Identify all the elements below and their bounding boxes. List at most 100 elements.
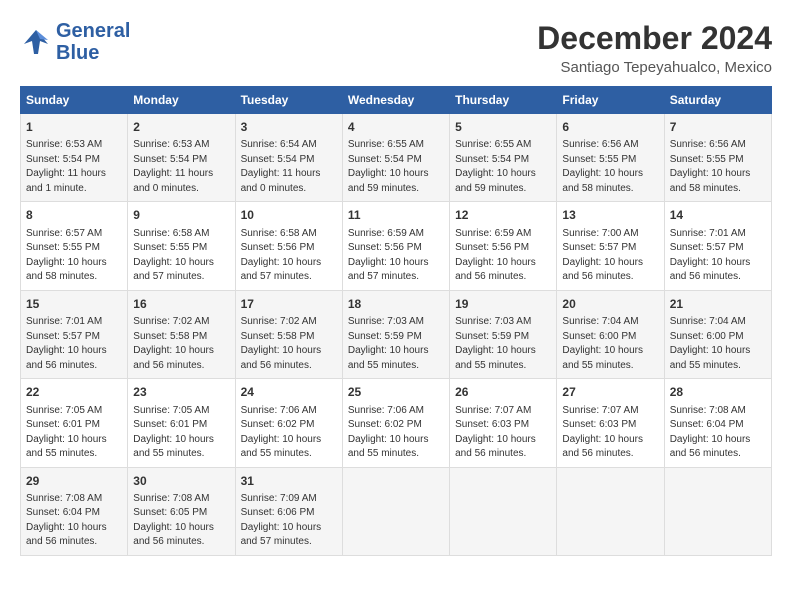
day-number: 26: [455, 384, 551, 401]
table-row: 25 Sunrise: 7:06 AM Sunset: 6:02 PM Dayli…: [342, 379, 449, 467]
day-info: Sunrise: 6:56 AM Sunset: 5:55 PM Dayligh…: [670, 138, 766, 196]
day-info: Sunrise: 6:53 AM Sunset: 5:54 PM Dayligh…: [26, 138, 122, 196]
table-row: [664, 467, 771, 555]
day-number: 12: [455, 207, 551, 224]
day-number: 7: [670, 119, 766, 136]
table-row: 13 Sunrise: 7:00 AM Sunset: 5:57 PM Dayli…: [557, 202, 664, 290]
day-number: 1: [26, 119, 122, 136]
day-number: 21: [670, 296, 766, 313]
col-saturday: Saturday: [664, 87, 771, 114]
day-number: 2: [133, 119, 229, 136]
day-info: Sunrise: 7:07 AM Sunset: 6:03 PM Dayligh…: [562, 404, 658, 462]
day-info: Sunrise: 6:58 AM Sunset: 5:56 PM Dayligh…: [241, 227, 337, 285]
day-number: 13: [562, 207, 658, 224]
day-info: Sunrise: 7:05 AM Sunset: 6:01 PM Dayligh…: [26, 404, 122, 462]
table-row: 7 Sunrise: 6:56 AM Sunset: 5:55 PM Daylig…: [664, 114, 771, 202]
day-number: 22: [26, 384, 122, 401]
day-number: 9: [133, 207, 229, 224]
table-row: 17 Sunrise: 7:02 AM Sunset: 5:58 PM Dayli…: [235, 290, 342, 378]
day-info: Sunrise: 7:00 AM Sunset: 5:57 PM Dayligh…: [562, 227, 658, 285]
table-row: [342, 467, 449, 555]
day-info: Sunrise: 7:08 AM Sunset: 6:04 PM Dayligh…: [670, 404, 766, 462]
day-number: 11: [348, 207, 444, 224]
calendar-table: Sunday Monday Tuesday Wednesday Thursday…: [20, 86, 772, 556]
col-tuesday: Tuesday: [235, 87, 342, 114]
table-row: 27 Sunrise: 7:07 AM Sunset: 6:03 PM Dayli…: [557, 379, 664, 467]
day-number: 17: [241, 296, 337, 313]
day-info: Sunrise: 6:59 AM Sunset: 5:56 PM Dayligh…: [348, 227, 444, 285]
day-info: Sunrise: 7:06 AM Sunset: 6:02 PM Dayligh…: [241, 404, 337, 462]
table-row: 9 Sunrise: 6:58 AM Sunset: 5:55 PM Daylig…: [128, 202, 235, 290]
table-row: 3Sunrise: 6:54 AM Sunset: 5:54 PM Daylig…: [235, 114, 342, 202]
table-row: 11 Sunrise: 6:59 AM Sunset: 5:56 PM Dayli…: [342, 202, 449, 290]
page-header: General Blue December 2024 Santiago Tepe…: [20, 20, 772, 76]
day-number: 23: [133, 384, 229, 401]
day-info: Sunrise: 7:03 AM Sunset: 5:59 PM Dayligh…: [348, 315, 444, 373]
calendar-header: Sunday Monday Tuesday Wednesday Thursday…: [21, 87, 772, 114]
table-row: [450, 467, 557, 555]
day-info: Sunrise: 7:09 AM Sunset: 6:06 PM Dayligh…: [241, 492, 337, 550]
day-info: Sunrise: 7:01 AM Sunset: 5:57 PM Dayligh…: [26, 315, 122, 373]
day-info: Sunrise: 6:53 AM Sunset: 5:54 PM Dayligh…: [133, 138, 229, 196]
day-info: Sunrise: 6:54 AM Sunset: 5:54 PM Dayligh…: [241, 138, 337, 196]
day-info: Sunrise: 6:58 AM Sunset: 5:55 PM Dayligh…: [133, 227, 229, 285]
month-title: December 2024: [537, 20, 772, 57]
day-info: Sunrise: 7:08 AM Sunset: 6:04 PM Dayligh…: [26, 492, 122, 550]
day-number: 25: [348, 384, 444, 401]
day-number: 20: [562, 296, 658, 313]
day-info: Sunrise: 6:57 AM Sunset: 5:55 PM Dayligh…: [26, 227, 122, 285]
title-block: December 2024 Santiago Tepeyahualco, Mex…: [537, 20, 772, 76]
day-info: Sunrise: 7:02 AM Sunset: 5:58 PM Dayligh…: [133, 315, 229, 373]
col-friday: Friday: [557, 87, 664, 114]
day-info: Sunrise: 7:05 AM Sunset: 6:01 PM Dayligh…: [133, 404, 229, 462]
table-row: 31Sunrise: 7:09 AM Sunset: 6:06 PM Dayli…: [235, 467, 342, 555]
table-row: 26Sunrise: 7:07 AM Sunset: 6:03 PM Dayli…: [450, 379, 557, 467]
logo-line2: Blue: [56, 42, 130, 64]
logo-bird-icon: [20, 26, 52, 58]
col-wednesday: Wednesday: [342, 87, 449, 114]
table-row: 18 Sunrise: 7:03 AM Sunset: 5:59 PM Dayli…: [342, 290, 449, 378]
day-info: Sunrise: 7:03 AM Sunset: 5:59 PM Dayligh…: [455, 315, 551, 373]
table-row: 8 Sunrise: 6:57 AM Sunset: 5:55 PM Daylig…: [21, 202, 128, 290]
table-row: 5 Sunrise: 6:55 AM Sunset: 5:54 PM Daylig…: [450, 114, 557, 202]
table-row: 30Sunrise: 7:08 AM Sunset: 6:05 PM Dayli…: [128, 467, 235, 555]
col-monday: Monday: [128, 87, 235, 114]
location-title: Santiago Tepeyahualco, Mexico: [537, 59, 772, 76]
table-row: 29 Sunrise: 7:08 AM Sunset: 6:04 PM Dayli…: [21, 467, 128, 555]
day-number: 29: [26, 473, 122, 490]
table-row: 6Sunrise: 6:56 AM Sunset: 5:55 PM Daylig…: [557, 114, 664, 202]
day-info: Sunrise: 6:55 AM Sunset: 5:54 PM Dayligh…: [455, 138, 551, 196]
day-info: Sunrise: 6:56 AM Sunset: 5:55 PM Dayligh…: [562, 138, 658, 196]
day-info: Sunrise: 7:04 AM Sunset: 6:00 PM Dayligh…: [562, 315, 658, 373]
day-info: Sunrise: 6:55 AM Sunset: 5:54 PM Dayligh…: [348, 138, 444, 196]
day-info: Sunrise: 7:06 AM Sunset: 6:02 PM Dayligh…: [348, 404, 444, 462]
day-number: 16: [133, 296, 229, 313]
day-number: 15: [26, 296, 122, 313]
logo-line1: General: [56, 20, 130, 42]
day-number: 5: [455, 119, 551, 136]
table-row: [557, 467, 664, 555]
table-row: 14Sunrise: 7:01 AM Sunset: 5:57 PM Dayli…: [664, 202, 771, 290]
day-info: Sunrise: 7:02 AM Sunset: 5:58 PM Dayligh…: [241, 315, 337, 373]
col-sunday: Sunday: [21, 87, 128, 114]
day-number: 27: [562, 384, 658, 401]
logo: General Blue: [20, 20, 130, 64]
day-number: 19: [455, 296, 551, 313]
table-row: 19 Sunrise: 7:03 AM Sunset: 5:59 PM Dayli…: [450, 290, 557, 378]
day-number: 4: [348, 119, 444, 136]
day-number: 8: [26, 207, 122, 224]
table-row: 15 Sunrise: 7:01 AM Sunset: 5:57 PM Dayli…: [21, 290, 128, 378]
table-row: 1 Sunrise: 6:53 AM Sunset: 5:54 PM Daylig…: [21, 114, 128, 202]
day-number: 18: [348, 296, 444, 313]
day-number: 10: [241, 207, 337, 224]
calendar-body: 1 Sunrise: 6:53 AM Sunset: 5:54 PM Daylig…: [21, 114, 772, 556]
table-row: 24Sunrise: 7:06 AM Sunset: 6:02 PM Dayli…: [235, 379, 342, 467]
table-row: 4 Sunrise: 6:55 AM Sunset: 5:54 PM Daylig…: [342, 114, 449, 202]
table-row: 10 Sunrise: 6:58 AM Sunset: 5:56 PM Dayli…: [235, 202, 342, 290]
table-row: 16 Sunrise: 7:02 AM Sunset: 5:58 PM Dayli…: [128, 290, 235, 378]
day-info: Sunrise: 7:01 AM Sunset: 5:57 PM Dayligh…: [670, 227, 766, 285]
table-row: 2 Sunrise: 6:53 AM Sunset: 5:54 PM Daylig…: [128, 114, 235, 202]
table-row: 22 Sunrise: 7:05 AM Sunset: 6:01 PM Dayli…: [21, 379, 128, 467]
table-row: 12Sunrise: 6:59 AM Sunset: 5:56 PM Dayli…: [450, 202, 557, 290]
table-row: 21Sunrise: 7:04 AM Sunset: 6:00 PM Dayli…: [664, 290, 771, 378]
